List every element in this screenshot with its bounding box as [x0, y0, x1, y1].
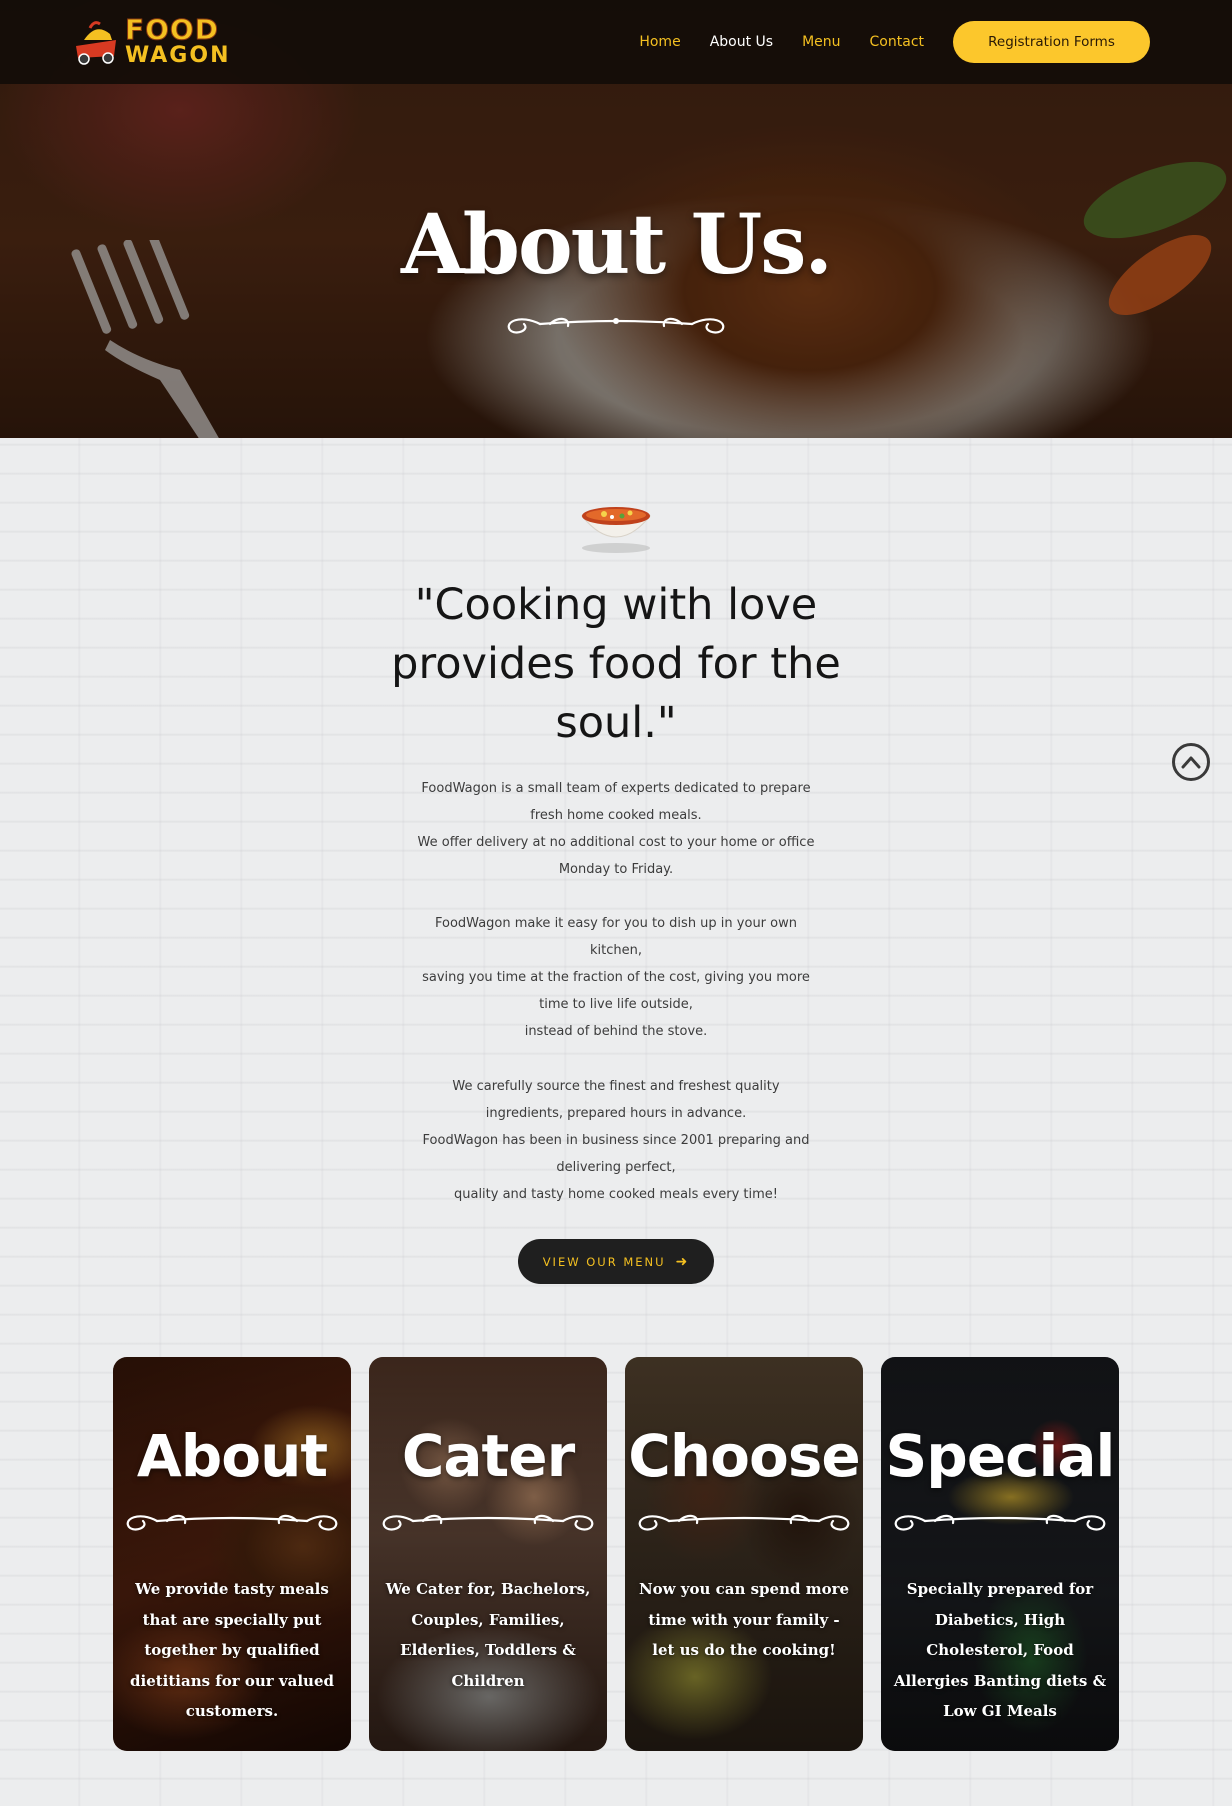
text-line: FoodWagon make it easy for you to dish u… [435, 916, 797, 931]
chevron-up-icon [1181, 756, 1201, 769]
card-description: Now you can spend more time with your fa… [638, 1580, 850, 1659]
text-line: quality and tasty home cooked meals ever… [453, 1187, 779, 1202]
intro-paragraph-3: We carefully source the finest and fresh… [400, 1073, 832, 1208]
flourish-divider-icon [382, 1514, 594, 1531]
card-title: About [136, 1422, 328, 1490]
hero-title: About Us. [401, 197, 833, 293]
card-description: Specially prepared for Diabetics, High C… [893, 1580, 1107, 1720]
card-title: Choose [628, 1422, 860, 1490]
text-line: fresh home cooked meals. [530, 808, 702, 823]
flourish-divider-icon [894, 1514, 1106, 1531]
card-description: We Cater for, Bachelors, Couples, Famili… [385, 1580, 591, 1690]
quote-heading: "Cooking with love provides food for the… [391, 580, 841, 748]
card-title: Cater [401, 1422, 575, 1490]
intro-paragraph-1: FoodWagon is a small team of experts ded… [400, 775, 832, 883]
text-line: instead of behind the stove. [524, 1024, 708, 1039]
nav-link-menu[interactable]: Menu [802, 34, 840, 50]
logo-text-wagon: WAGON [125, 43, 231, 68]
food-wagon-logo-icon [76, 21, 116, 65]
text-line: delivering perfect, [556, 1160, 676, 1175]
text-line: time to live life outside, [539, 997, 693, 1012]
nav-link-home[interactable]: Home [639, 34, 680, 50]
card-description: We provide tasty meals that are speciall… [130, 1580, 334, 1720]
text-line: kitchen, [590, 943, 642, 958]
scroll-to-top-button[interactable] [1172, 743, 1210, 781]
flourish-divider-icon [638, 1514, 850, 1531]
registration-forms-button[interactable]: Registration Forms [953, 21, 1150, 63]
card-special[interactable]: Special Specially prepared for Diabetics… [881, 1357, 1119, 1751]
text-line: FoodWagon is a small team of experts ded… [421, 781, 811, 796]
text-line: FoodWagon has been in business since 200… [422, 1133, 810, 1148]
view-menu-label: VIEW OUR MENU [542, 1254, 666, 1269]
flourish-divider-icon [126, 1514, 338, 1531]
soup-bowl-icon [580, 507, 652, 553]
logo[interactable]: FOOD WAGON [70, 14, 240, 70]
card-title: Special [885, 1422, 1116, 1490]
text-line: saving you time at the fraction of the c… [422, 970, 810, 985]
text-line: ingredients, prepared hours in advance. [485, 1106, 747, 1121]
text-line: Monday to Friday. [558, 862, 674, 877]
nav-link-about-us[interactable]: About Us [710, 34, 773, 50]
text-line: We offer delivery at no additional cost … [417, 835, 815, 850]
top-navbar: FOOD WAGON Home About Us Menu Contact Re… [0, 0, 1232, 84]
nav-link-contact[interactable]: Contact [870, 34, 924, 50]
card-overlay [625, 1357, 863, 1751]
arrow-right-icon: ➜ [675, 1253, 690, 1270]
text-line: We carefully source the finest and fresh… [452, 1079, 780, 1094]
card-cater[interactable]: Cater We Cater for, Bachelors, Couples, … [369, 1357, 607, 1751]
nav-menu: Home About Us Menu Contact Registration … [610, 0, 1232, 84]
view-our-menu-button[interactable]: VIEW OUR MENU ➜ [518, 1239, 714, 1284]
intro-paragraph-2: FoodWagon make it easy for you to dish u… [400, 910, 832, 1045]
logo-text-food: FOOD [124, 13, 219, 46]
card-about[interactable]: About We provide tasty meals that are sp… [113, 1357, 351, 1751]
card-choose[interactable]: Choose Now you can spend more time with … [625, 1357, 863, 1751]
flourish-divider-icon [507, 317, 725, 334]
